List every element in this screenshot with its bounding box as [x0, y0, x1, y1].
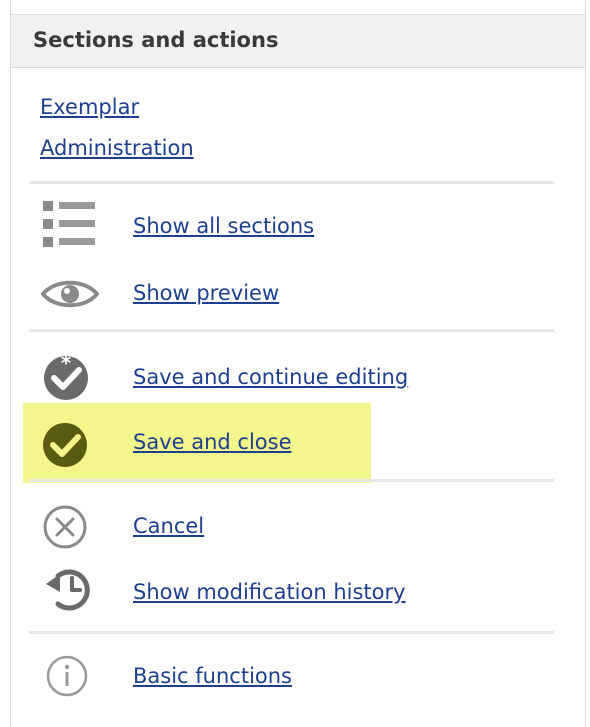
check-asterisk-icon: *	[44, 352, 88, 400]
list-icon	[43, 201, 95, 247]
panel-title: Sections and actions	[33, 28, 279, 52]
save-and-close-link[interactable]: Save and close	[133, 430, 292, 454]
eye-icon	[41, 280, 99, 308]
exemplar-link[interactable]: Exemplar	[40, 95, 139, 119]
info-icon	[46, 655, 88, 697]
show-preview-link[interactable]: Show preview	[133, 281, 279, 305]
show-modification-history-link[interactable]: Show modification history	[133, 580, 406, 604]
divider	[29, 329, 554, 332]
svg-text:*: *	[61, 352, 72, 375]
save-and-continue-editing-link[interactable]: Save and continue editing	[133, 365, 408, 389]
administration-link[interactable]: Administration	[40, 136, 194, 160]
history-icon	[46, 569, 90, 611]
cancel-circle-icon	[43, 505, 87, 549]
divider	[29, 181, 554, 184]
divider	[29, 479, 554, 482]
divider	[29, 631, 554, 634]
basic-functions-link[interactable]: Basic functions	[133, 664, 292, 688]
check-circle-icon	[43, 423, 87, 467]
cancel-link[interactable]: Cancel	[133, 514, 204, 538]
panel-header: Sections and actions	[11, 14, 585, 68]
show-all-sections-link[interactable]: Show all sections	[133, 214, 314, 238]
